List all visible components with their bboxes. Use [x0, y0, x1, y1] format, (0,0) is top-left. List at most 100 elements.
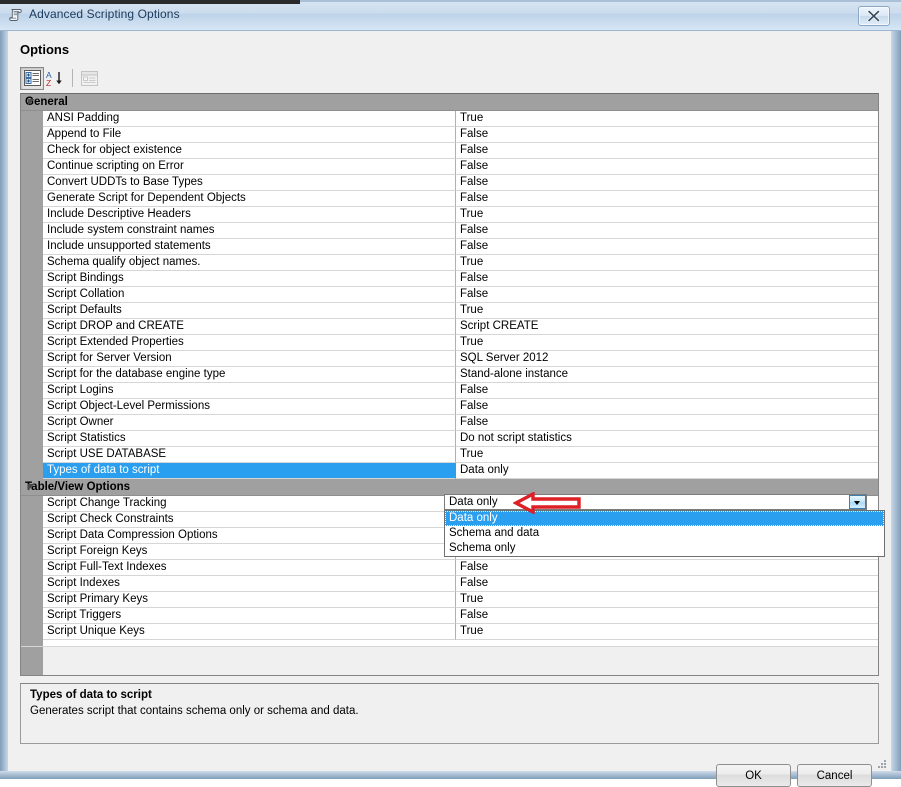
- property-value[interactable]: False: [456, 415, 878, 431]
- row-gutter: [21, 351, 43, 367]
- collapse-triangle-icon[interactable]: [27, 98, 36, 107]
- property-row[interactable]: Script Extended Properties True: [21, 335, 878, 351]
- property-row[interactable]: Script Indexes False: [21, 576, 878, 592]
- alphabetical-sort-button[interactable]: A Z: [44, 67, 68, 90]
- property-value[interactable]: SQL Server 2012: [456, 351, 878, 367]
- property-name: Check for object existence: [43, 143, 456, 159]
- property-row[interactable]: Script for Server Version SQL Server 2012: [21, 351, 878, 367]
- property-name: Script Indexes: [43, 576, 456, 592]
- property-row[interactable]: Include unsupported statements False: [21, 239, 878, 255]
- property-row[interactable]: Append to File False: [21, 127, 878, 143]
- property-value[interactable]: False: [456, 159, 878, 175]
- property-row[interactable]: Script Object-Level Permissions False: [21, 399, 878, 415]
- property-row[interactable]: Script Full-Text Indexes False: [21, 560, 878, 576]
- window-border-left: [0, 0, 8, 779]
- row-gutter: [21, 111, 43, 127]
- property-value[interactable]: False: [456, 287, 878, 303]
- property-value[interactable]: True: [456, 303, 878, 319]
- property-grid[interactable]: General ANSI Padding True Append to File Fal…: [20, 93, 879, 676]
- close-button[interactable]: [858, 6, 890, 26]
- description-title: Types of data to script: [30, 689, 152, 701]
- advanced-scripting-options-window: Advanced Scripting Options Options A Z G…: [0, 0, 901, 787]
- property-value[interactable]: False: [456, 576, 878, 592]
- property-grid-gutter-bottom: [21, 647, 43, 675]
- property-row[interactable]: Script DROP and CREATE Script CREATE: [21, 319, 878, 335]
- property-value[interactable]: False: [456, 191, 878, 207]
- collapse-triangle-icon[interactable]: [27, 483, 36, 492]
- dropdown-option[interactable]: Schema and data: [445, 526, 884, 541]
- combobox-dropdown-list[interactable]: Data only Schema and data Schema only: [444, 510, 885, 557]
- ok-button[interactable]: OK: [716, 764, 791, 787]
- property-row[interactable]: Script for the database engine type Stand…: [21, 367, 878, 383]
- property-value[interactable]: True: [456, 111, 878, 127]
- property-pages-button[interactable]: [77, 67, 101, 90]
- property-value[interactable]: True: [456, 207, 878, 223]
- dropdown-option[interactable]: Data only: [445, 511, 884, 526]
- property-value[interactable]: False: [456, 383, 878, 399]
- property-value[interactable]: Script CREATE: [456, 319, 878, 335]
- property-value[interactable]: False: [456, 223, 878, 239]
- property-row[interactable]: ANSI Padding True: [21, 111, 878, 127]
- property-name: Include Descriptive Headers: [43, 207, 456, 223]
- property-value[interactable]: True: [456, 335, 878, 351]
- property-row[interactable]: Script Statistics Do not script statistic…: [21, 431, 878, 447]
- property-name: Script Triggers: [43, 608, 456, 624]
- types-of-data-to-script-combobox[interactable]: Data only: [444, 494, 867, 510]
- dialog-client-area: Options A Z General ANSI Padding True Ap…: [8, 31, 891, 787]
- property-row[interactable]: Schema qualify object names. True: [21, 255, 878, 271]
- property-row[interactable]: Convert UDDTs to Base Types False: [21, 175, 878, 191]
- window-border-right: [891, 0, 901, 779]
- property-row[interactable]: Continue scripting on Error False: [21, 159, 878, 175]
- row-gutter: [21, 415, 43, 431]
- dropdown-option[interactable]: Schema only: [445, 541, 884, 556]
- property-value[interactable]: True: [456, 592, 878, 608]
- property-value[interactable]: False: [456, 608, 878, 624]
- row-gutter: [21, 303, 43, 319]
- property-pages-icon: [80, 70, 98, 86]
- property-value[interactable]: False: [456, 239, 878, 255]
- property-row[interactable]: Script Defaults True: [21, 303, 878, 319]
- row-gutter: [21, 175, 43, 191]
- property-row-selected[interactable]: Types of data to script Data only: [21, 463, 878, 479]
- property-row[interactable]: Script Collation False: [21, 287, 878, 303]
- row-gutter: [21, 223, 43, 239]
- property-value[interactable]: True: [456, 447, 878, 463]
- property-name: Script Object-Level Permissions: [43, 399, 456, 415]
- property-value[interactable]: Do not script statistics: [456, 431, 878, 447]
- property-grid-toolbar: A Z: [20, 66, 101, 90]
- property-value[interactable]: Data only: [456, 463, 878, 479]
- title-bar[interactable]: Advanced Scripting Options: [0, 0, 901, 31]
- categorized-view-button[interactable]: [20, 66, 44, 90]
- title-bar-top-strip: [0, 0, 300, 4]
- property-value[interactable]: Stand-alone instance: [456, 367, 878, 383]
- property-row[interactable]: Script Triggers False: [21, 608, 878, 624]
- property-row[interactable]: Include system constraint names False: [21, 223, 878, 239]
- property-row[interactable]: Script Logins False: [21, 383, 878, 399]
- property-value[interactable]: True: [456, 624, 878, 640]
- property-value[interactable]: False: [456, 143, 878, 159]
- property-name: Script Unique Keys: [43, 624, 456, 640]
- resize-grip[interactable]: [876, 757, 888, 769]
- window-title: Advanced Scripting Options: [29, 7, 180, 21]
- combobox-dropdown-button[interactable]: [849, 495, 866, 509]
- property-value[interactable]: False: [456, 175, 878, 191]
- property-row[interactable]: Script Bindings False: [21, 271, 878, 287]
- property-row[interactable]: Generate Script for Dependent Objects Fal…: [21, 191, 878, 207]
- property-value[interactable]: False: [456, 127, 878, 143]
- property-name: Script Collation: [43, 287, 456, 303]
- property-value[interactable]: False: [456, 271, 878, 287]
- cancel-button[interactable]: Cancel: [797, 764, 872, 787]
- property-row[interactable]: Include Descriptive Headers True: [21, 207, 878, 223]
- property-row[interactable]: Script Owner False: [21, 415, 878, 431]
- property-name: Types of data to script: [43, 463, 456, 479]
- property-row[interactable]: Script Primary Keys True: [21, 592, 878, 608]
- property-grid-category-header[interactable]: General: [21, 94, 878, 111]
- property-value[interactable]: False: [456, 560, 878, 576]
- property-row[interactable]: Script Unique Keys True: [21, 624, 878, 640]
- property-row[interactable]: Check for object existence False: [21, 143, 878, 159]
- property-row[interactable]: Script USE DATABASE True: [21, 447, 878, 463]
- property-value[interactable]: False: [456, 399, 878, 415]
- property-name: Script Owner: [43, 415, 456, 431]
- property-name: Script Data Compression Options: [43, 528, 456, 544]
- property-value[interactable]: True: [456, 255, 878, 271]
